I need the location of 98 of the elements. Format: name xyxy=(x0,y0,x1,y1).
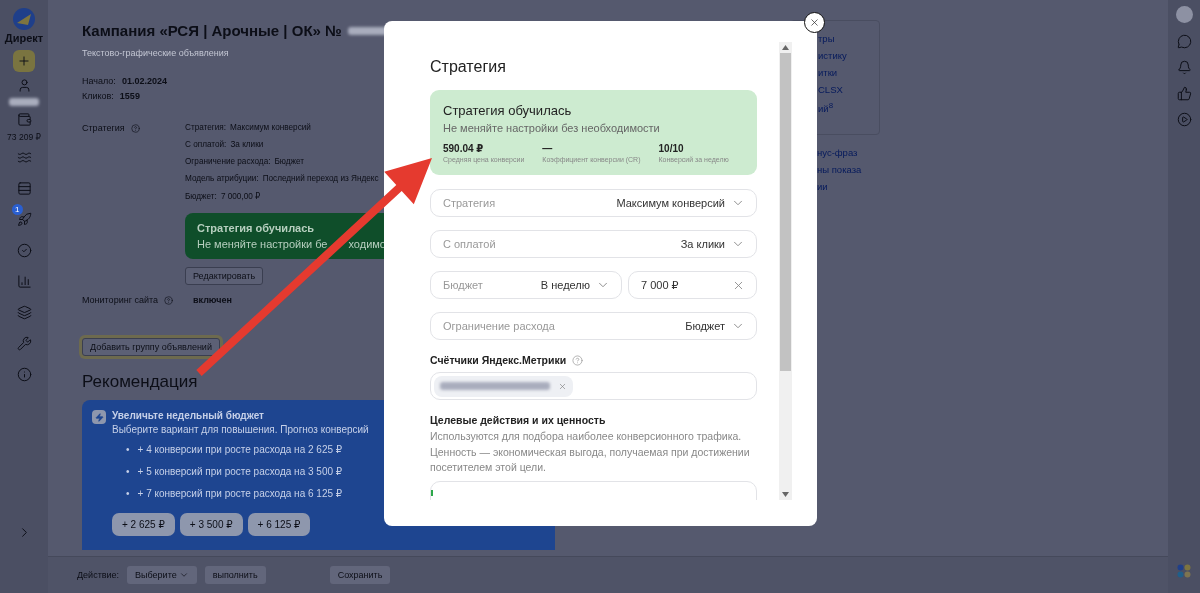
chevron-down-icon xyxy=(178,570,189,580)
budget-option-button[interactable]: + 6 125 ₽ xyxy=(247,513,311,536)
info-icon[interactable] xyxy=(16,367,32,382)
detail-label: Бюджет: xyxy=(185,191,217,201)
notification-badge: 1 xyxy=(12,204,23,215)
detail-value: За клики xyxy=(230,140,264,149)
strategy-label: Стратегия xyxy=(82,123,125,133)
input-field[interactable]: 7 000 ₽ xyxy=(628,271,757,299)
status-title: Стратегия обучилась xyxy=(197,222,316,234)
add-group-button[interactable]: Добавить группу объявлений xyxy=(82,338,220,356)
action-link[interactable]: нус-фраз xyxy=(817,147,880,158)
recommendation-text: Выберите вариант для повышения. Прогноз конверсий xyxy=(112,424,369,435)
brand-name: Директ xyxy=(4,32,44,44)
monitoring-label: Мониторинг сайта xyxy=(82,295,158,305)
remove-icon xyxy=(558,381,567,391)
select-field[interactable]: Ограничение расхода Бюджет xyxy=(430,312,757,340)
wallet-icon[interactable] xyxy=(16,111,32,127)
balance-text: 73 209 ₽ xyxy=(7,132,41,142)
action-link[interactable]: CLSX xyxy=(818,84,879,95)
scroll-up-icon[interactable] xyxy=(782,45,789,50)
chat-icon[interactable] xyxy=(1176,34,1192,49)
logo-icon[interactable] xyxy=(13,8,35,30)
detail-value: 7 000,00 ₽ xyxy=(220,191,261,201)
bullet-mark: • xyxy=(126,466,130,478)
stat-value: 10/10 xyxy=(658,143,685,154)
status-text: ходимо xyxy=(348,238,386,250)
recommendation-heading: Рекомендация xyxy=(82,372,198,392)
bullet-mark: • xyxy=(126,488,130,500)
fact-value: 01.02.2024 xyxy=(121,76,167,86)
detail-value: Последний переход из Яндекс xyxy=(262,174,379,183)
layers-icon[interactable] xyxy=(16,305,32,320)
detail-value: Бюджет xyxy=(274,157,305,166)
select-field[interactable]: Бюджет В неделю xyxy=(430,271,622,299)
create-button[interactable] xyxy=(13,50,35,72)
status-text: Не меняйте настройки без необходимости xyxy=(443,122,661,134)
detail-label: Модель атрибуции: xyxy=(185,174,259,183)
budget-option-button[interactable]: + 3 500 ₽ xyxy=(179,513,243,536)
select-field[interactable]: Стратегия Максимум конверсий xyxy=(430,189,757,217)
action-select[interactable]: Выберите xyxy=(127,566,197,584)
rocket-icon[interactable] xyxy=(16,212,32,227)
status-text: Не меняйте настройки бе xyxy=(197,238,328,250)
run-button[interactable]: выполнить xyxy=(204,566,266,584)
stat-value: — xyxy=(542,143,554,154)
help-icon xyxy=(130,123,140,133)
action-link[interactable]: ий$^{8}$ xyxy=(818,101,879,115)
fact-label: Кликов: xyxy=(82,91,114,101)
table-icon[interactable] xyxy=(16,181,32,196)
edit-button[interactable]: Редактировать xyxy=(185,267,264,285)
bar-chart-icon[interactable] xyxy=(16,274,32,289)
save-button[interactable]: Сохранить xyxy=(329,566,391,584)
campaign-subtitle: Текстово-графические объявления xyxy=(82,48,229,58)
bell-icon[interactable] xyxy=(1176,60,1192,75)
detail-value: Максимум конверсий xyxy=(230,123,311,132)
blurred-login xyxy=(9,98,39,106)
detail-label: С оплатой: xyxy=(185,140,227,149)
bolt-icon xyxy=(92,410,106,424)
check-circle-icon[interactable] xyxy=(16,243,32,258)
stat-value: 590.04 ₽ xyxy=(443,143,485,154)
avatar[interactable] xyxy=(1175,6,1193,23)
user-icon[interactable] xyxy=(16,77,32,93)
action-link[interactable]: ии xyxy=(817,181,880,192)
goals-description: Используются для подбора наиболее конверсионного трафика. Ценность — экономическая выгода, получаемая при достижении посетителем этой цели. xyxy=(430,429,751,475)
action-label: Действие: xyxy=(77,570,120,580)
budget-option-button[interactable]: + 2 625 ₽ xyxy=(112,513,175,536)
play-circle-icon[interactable] xyxy=(1176,112,1192,127)
waves-icon[interactable] xyxy=(16,150,32,165)
campaign-title: Кампания «РСЯ | Арочные | ОК» № xyxy=(82,22,342,39)
fact-value: 1559 xyxy=(119,91,140,101)
thumbs-up-icon[interactable] xyxy=(1176,86,1192,101)
forecast-item: + 7 конверсий при росте расхода на 6 125 ₽ xyxy=(137,488,343,500)
forecast-item: + 5 конверсий при росте расхода на 3 500 ₽ xyxy=(137,466,343,478)
close-button[interactable] xyxy=(804,12,825,33)
recommendation-title: Увеличьте недельный бюджет xyxy=(112,410,265,421)
monitoring-value: включен xyxy=(193,295,232,305)
plus-icon xyxy=(17,54,31,68)
counter-chip[interactable] xyxy=(434,375,573,397)
close-icon xyxy=(809,17,820,28)
detail-label: Стратегия: xyxy=(185,123,227,132)
dialog-title: Стратегия xyxy=(430,58,507,76)
scroll-down-icon[interactable] xyxy=(782,492,789,497)
action-link[interactable]: ны показа xyxy=(817,164,880,175)
action-link[interactable]: истику xyxy=(818,50,879,61)
action-link[interactable]: итки xyxy=(818,67,879,78)
counters-field[interactable] xyxy=(430,372,757,400)
help-icon xyxy=(572,354,584,366)
action-link[interactable]: тры xyxy=(818,33,879,44)
apps-widget-icon[interactable] xyxy=(1177,564,1191,578)
fact-label: Начало: xyxy=(82,76,116,86)
bullet-mark: • xyxy=(126,444,130,456)
wrench-icon[interactable] xyxy=(16,336,32,351)
scrollbar[interactable] xyxy=(779,42,792,500)
forecast-item: + 4 конверсии при росте расхода на 2 625 ₽ xyxy=(137,444,343,456)
detail-label: Ограничение расхода: xyxy=(185,157,271,166)
status-title: Стратегия обучилась xyxy=(443,103,573,118)
goals-title: Целевые действия и их ценность xyxy=(430,414,607,426)
select-field[interactable]: С оплатой За клики xyxy=(430,230,757,258)
help-icon xyxy=(164,295,173,305)
counters-label: Счётчики Яндекс.Метрики xyxy=(430,354,567,366)
